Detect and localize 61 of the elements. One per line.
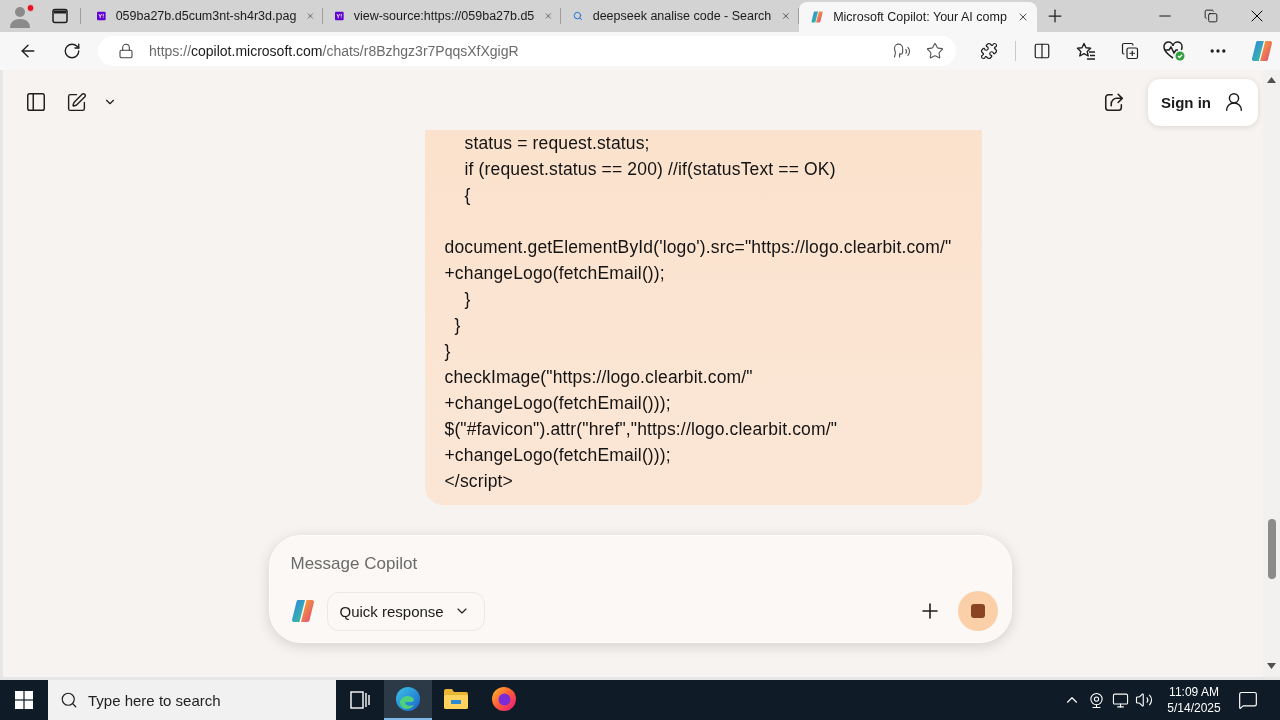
windows-logo-icon[interactable]	[15, 691, 33, 709]
composer-panel[interactable]: Message Copilot Quick response	[268, 535, 1012, 643]
code-line: $("#favicon").attr("href","https://logo.clearbit.com/"	[444, 418, 838, 441]
webcam-icon[interactable]	[1087, 691, 1105, 709]
code-line: +changeLogo(fetchEmail()));	[444, 392, 671, 415]
collections-icon[interactable]	[1121, 42, 1139, 60]
code-line: }	[453, 314, 461, 337]
code-line: +changeLogo(fetchEmail()));	[444, 444, 671, 467]
task-view-icon[interactable]	[350, 691, 370, 709]
profile-avatar-icon[interactable]	[9, 4, 35, 28]
code-line: </script>	[444, 470, 513, 493]
browser-tab[interactable]: view-source:https://059ba27b.d5	[323, 0, 561, 32]
stop-icon	[970, 604, 985, 618]
star-list-icon[interactable]	[1076, 42, 1096, 60]
new-chat-icon[interactable]	[65, 91, 87, 113]
folder-icon	[444, 689, 468, 709]
message-input[interactable]: Message Copilot	[290, 536, 998, 591]
clock-date[interactable]: 5/14/2025	[1167, 700, 1221, 716]
taskbar-search-field[interactable]: Type here to search	[48, 680, 336, 720]
speech-bubble-icon[interactable]	[1238, 690, 1258, 710]
tab-actions-icon[interactable]	[52, 8, 68, 24]
browser-tab[interactable]: deepseek analise code - Search	[561, 0, 799, 32]
heart-pulse-icon[interactable]	[1163, 41, 1185, 61]
code-line: if (request.status == 200) //if(statusText == OK)	[463, 158, 836, 181]
taskbar-app-button[interactable]	[384, 680, 432, 720]
stop-button[interactable]	[957, 591, 998, 631]
code-line: checkImage("https://logo.clearbit.com/"	[444, 366, 753, 389]
sidebar-icon[interactable]	[25, 91, 47, 113]
slanted-logo-icon[interactable]	[1251, 40, 1273, 62]
user-icon	[1223, 91, 1245, 113]
search-input[interactable]: Type here to search	[88, 691, 308, 709]
code-line: +changeLogo(fetchEmail());	[444, 262, 665, 285]
browser-tab[interactable]: 059ba27b.d5cum3nt-sh4r3d.pag	[85, 0, 323, 32]
lock-icon	[118, 43, 134, 59]
code-line: document.getElementById('logo').src="https://logo.clearbit.com/"	[444, 236, 952, 259]
scroll-down-arrow-icon[interactable]	[1267, 663, 1276, 669]
restore-icon[interactable]	[1204, 9, 1218, 23]
volume-icon[interactable]	[1135, 691, 1153, 709]
browser-tab[interactable]: Microsoft Copilot: Your AI comp	[799, 2, 1037, 32]
slanted-logo-icon	[811, 9, 824, 25]
sign-in-button[interactable]: Sign in	[1148, 78, 1258, 126]
extensions-icon[interactable]	[980, 42, 998, 60]
split-screen-icon[interactable]	[1033, 42, 1051, 60]
slanted-logo-icon	[290, 599, 315, 623]
share-icon[interactable]	[1103, 91, 1125, 113]
code-line: }	[444, 340, 451, 363]
code-line: {	[463, 184, 471, 207]
browser-icon	[396, 687, 420, 711]
monitor-icon[interactable]	[1111, 691, 1129, 709]
code-line: }	[463, 288, 471, 311]
code-line: status = request.status;	[463, 132, 650, 155]
speech-icon[interactable]	[893, 42, 911, 60]
star-icon[interactable]	[926, 42, 944, 60]
ring-logo-icon	[492, 687, 516, 711]
address-field[interactable]: https://copilot.microsoft.com/chats/r8Bzhgz3r7PqqsXfXgigR	[98, 36, 956, 66]
refresh-icon[interactable]	[63, 42, 81, 60]
mode-dropdown[interactable]: Quick response	[326, 591, 485, 631]
scroll-up-arrow-icon[interactable]	[1267, 77, 1276, 83]
clock-time[interactable]: 11:09 AM	[1169, 684, 1219, 700]
search-icon	[60, 691, 78, 709]
scrollbar-thumb[interactable]	[1267, 519, 1276, 579]
